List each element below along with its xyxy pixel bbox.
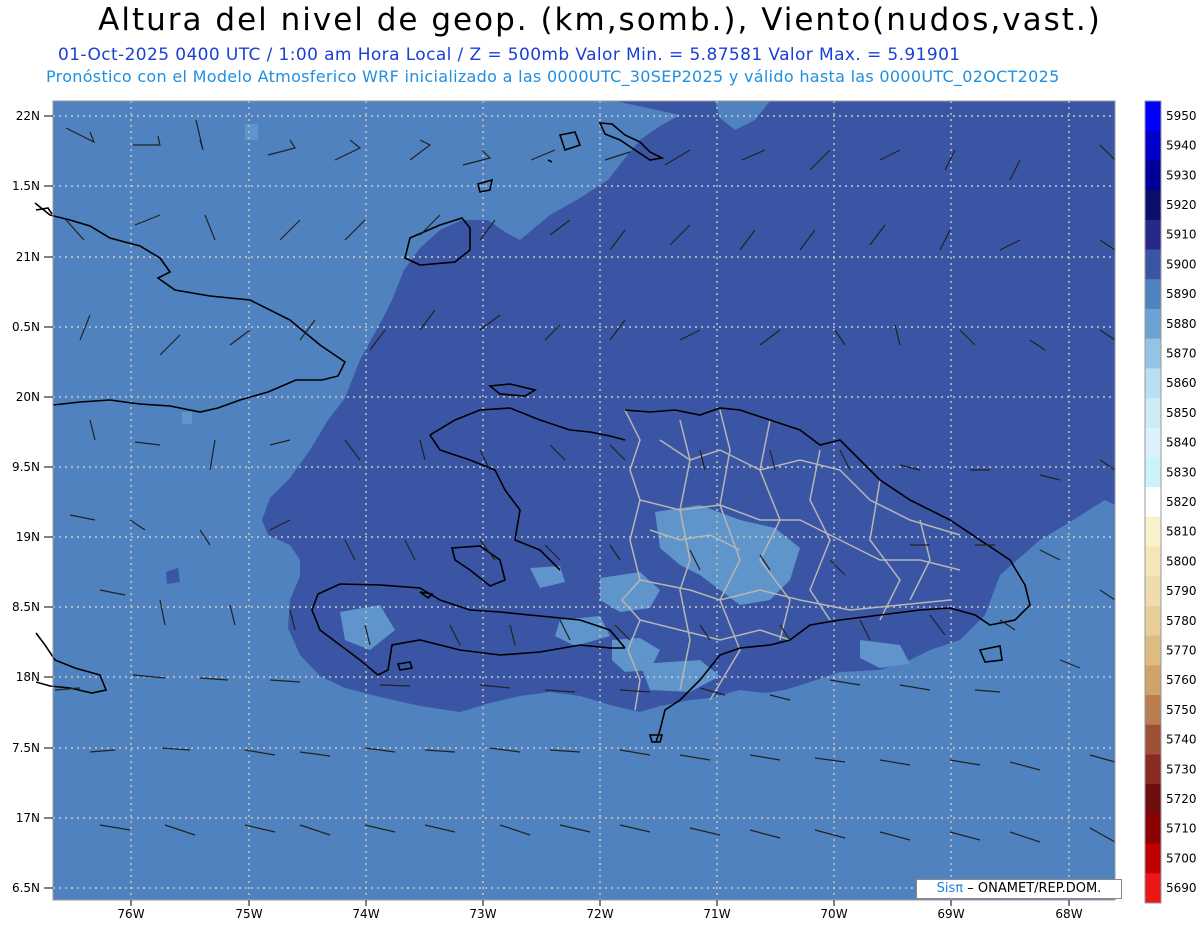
lon-label: 69W [937, 907, 964, 921]
colorbar-label: 5720 [1166, 792, 1197, 806]
colorbar-label: 5710 [1166, 822, 1197, 836]
lat-label: 9.5N [12, 460, 40, 474]
lat-label: 22N [16, 109, 40, 123]
colorbar-label: 5920 [1166, 198, 1197, 212]
colorbar-swatch [1145, 249, 1161, 280]
colorbar-label: 5740 [1166, 733, 1197, 747]
colorbar-label: 5750 [1166, 703, 1197, 717]
colorbar-swatch [1145, 487, 1161, 518]
colorbar-swatch [1145, 101, 1161, 132]
colorbar-swatch [1145, 160, 1161, 191]
lon-label: 76W [117, 907, 144, 921]
lat-ticks [44, 115, 53, 889]
colorbar-label: 5890 [1166, 287, 1197, 301]
colorbar-label: 5800 [1166, 554, 1197, 568]
sispi-logo: Sisπ [936, 881, 964, 896]
colorbar-label: 5820 [1166, 495, 1197, 509]
colorbar-label: 5830 [1166, 465, 1197, 479]
colorbar-label: 5850 [1166, 406, 1197, 420]
colorbar-label: 5910 [1166, 228, 1197, 242]
lon-label: 68W [1055, 907, 1082, 921]
lat-label: 20N [16, 390, 40, 404]
lon-label: 74W [352, 907, 379, 921]
colorbar-label: 5880 [1166, 317, 1197, 331]
colorbar-label: 5690 [1166, 881, 1197, 895]
lon-label: 72W [586, 907, 613, 921]
colorbar-swatch [1145, 724, 1161, 755]
lat-label: 0.5N [12, 320, 40, 334]
colorbar-label: 5760 [1166, 673, 1197, 687]
colorbar-label: 5870 [1166, 346, 1197, 360]
colorbar-label: 5950 [1166, 109, 1197, 123]
colorbar-swatch [1145, 695, 1161, 726]
lat-label: 21N [16, 250, 40, 264]
lat-label: 6.5N [12, 881, 40, 895]
colorbar-swatch [1145, 457, 1161, 488]
colorbar-swatch [1145, 398, 1161, 429]
lon-label: 70W [820, 907, 847, 921]
colorbar-swatch [1145, 190, 1161, 221]
lon-label: 75W [235, 907, 262, 921]
colorbar-swatch [1145, 368, 1161, 399]
colorbar-swatch [1145, 279, 1161, 310]
colorbar-label: 5930 [1166, 168, 1197, 182]
lat-label: 8.5N [12, 600, 40, 614]
colorbar-swatch [1145, 813, 1161, 845]
colorbar-swatch [1145, 308, 1161, 340]
map-figure: 22N 1.5N 21N 0.5N 20N 9.5N 19N 8.5N 18N … [12, 100, 1197, 921]
colorbar-swatch [1145, 843, 1161, 874]
colorbar-swatch [1145, 338, 1161, 369]
lat-label: 17N [16, 811, 40, 825]
credit-box: Sisπ – ONAMET/REP.DOM. [916, 879, 1122, 899]
lat-label: 18N [16, 670, 40, 684]
colorbar-swatch [1145, 754, 1161, 785]
colorbar-swatch [1145, 576, 1161, 607]
colorbar-label: 5780 [1166, 614, 1197, 628]
colorbar-swatch [1145, 546, 1161, 577]
colorbar-swatch [1145, 427, 1161, 458]
colorbar-swatch [1145, 635, 1161, 666]
colorbar-label: 5730 [1166, 762, 1197, 776]
colorbar-swatch [1145, 516, 1161, 548]
colorbar-label: 5940 [1166, 139, 1197, 153]
colorbar-swatch [1145, 665, 1161, 696]
lon-ticks [130, 900, 1070, 906]
latitude-axis: 22N 1.5N 21N 0.5N 20N 9.5N 19N 8.5N 18N … [12, 109, 40, 895]
colorbar-label: 5900 [1166, 257, 1197, 271]
colorbar-label: 5790 [1166, 584, 1197, 598]
credit-text: – ONAMET/REP.DOM. [967, 881, 1102, 896]
lon-label: 71W [703, 907, 730, 921]
colorbar-label: 5770 [1166, 644, 1197, 658]
lon-label: 73W [469, 907, 496, 921]
colorbar-swatch [1145, 605, 1161, 637]
lat-label: 1.5N [12, 179, 40, 193]
colorbar-label: 5700 [1166, 851, 1197, 865]
lat-label: 19N [16, 530, 40, 544]
colorbar-swatch [1145, 219, 1161, 251]
colorbar-label: 5840 [1166, 436, 1197, 450]
colorbar-label: 5860 [1166, 376, 1197, 390]
colorbar-swatch [1145, 873, 1161, 904]
longitude-axis: 76W 75W 74W 73W 72W 71W 70W 69W 68W [117, 907, 1082, 921]
colorbar-label: 5810 [1166, 525, 1197, 539]
lat-label: 7.5N [12, 741, 40, 755]
colorbar-swatch [1145, 130, 1161, 161]
colorbar-swatch [1145, 784, 1161, 815]
colorbar: 5950 5940 5930 5920 5910 5900 5890 5880 5870 5860… [1144, 100, 1197, 904]
